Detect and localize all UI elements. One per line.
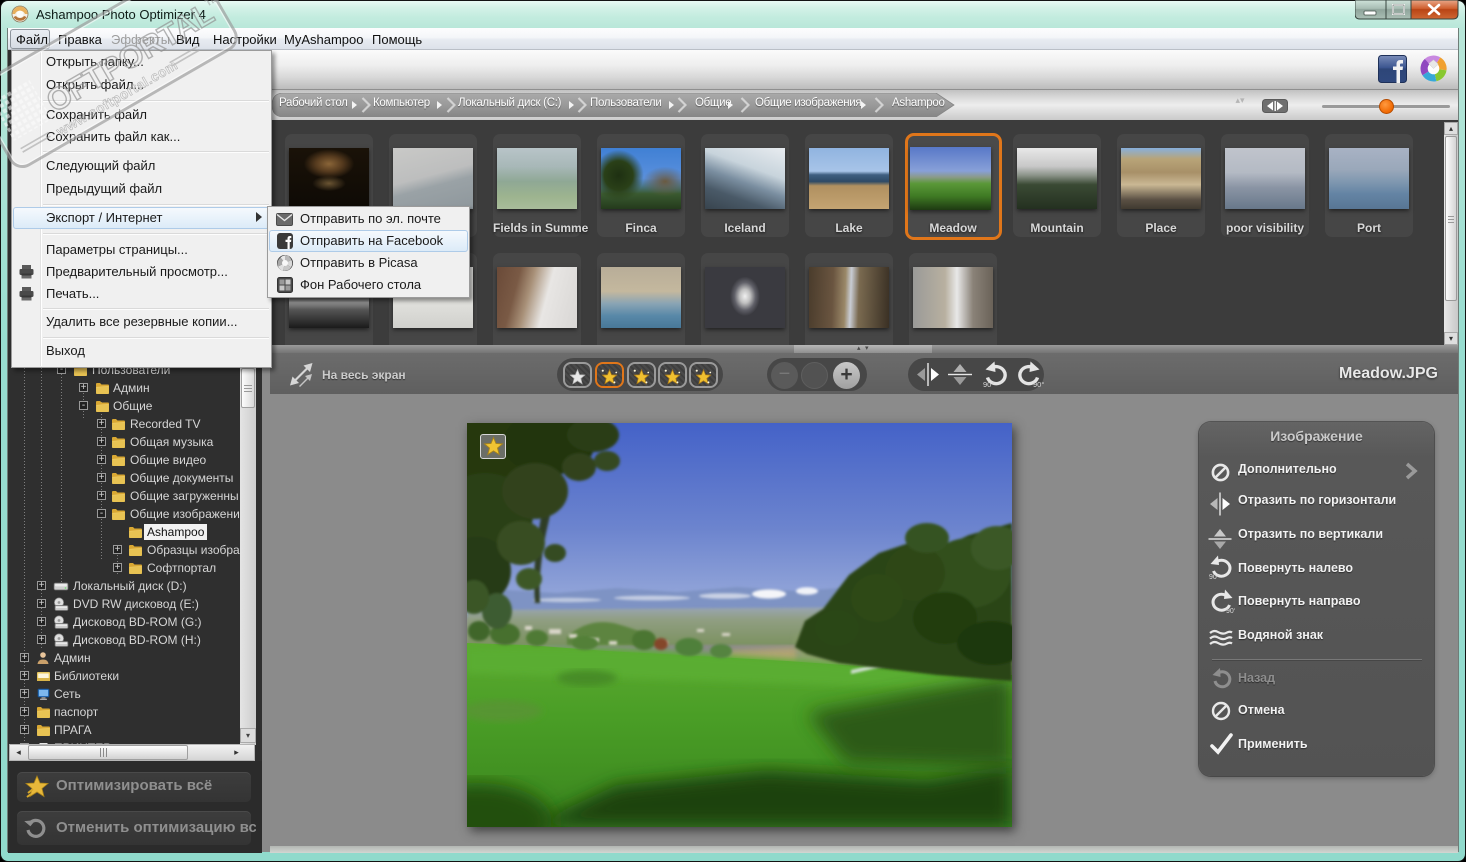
svg-text:90°: 90° (1226, 607, 1235, 615)
svg-text:90°: 90° (983, 380, 994, 389)
svg-text:90°: 90° (1033, 380, 1044, 389)
svg-text:90°: 90° (1209, 573, 1220, 581)
